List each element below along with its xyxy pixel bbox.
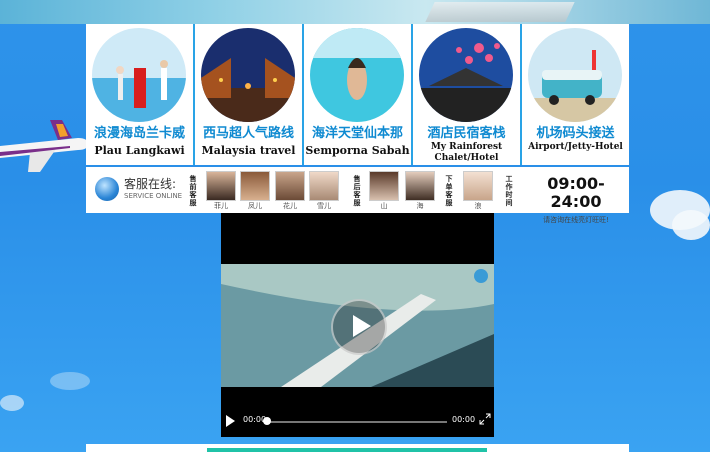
service-online-label: 客服在线: SERVICE ONLINE bbox=[90, 173, 186, 207]
cloud-decor bbox=[0, 395, 24, 411]
destination-en-title: My Rainforest Chalet/Hotel bbox=[430, 142, 503, 163]
cloud-decor bbox=[50, 372, 90, 390]
transfer-photo bbox=[528, 28, 622, 122]
destination-cn-title: 机场码头接送 bbox=[536, 126, 615, 141]
globe-icon bbox=[95, 177, 119, 201]
semporna-photo bbox=[310, 28, 404, 122]
accent-bar bbox=[207, 448, 487, 452]
agent-name: 花儿 bbox=[283, 202, 297, 210]
hours-note: 请咨询在线亮灯旺旺! bbox=[543, 216, 609, 224]
agent-avatar[interactable]: 浪 bbox=[463, 171, 493, 211]
agent-name: 山 bbox=[380, 202, 388, 210]
malaysia-photo bbox=[201, 28, 295, 122]
bottom-panel bbox=[86, 444, 629, 452]
destination-en-title: Malaysia travel bbox=[201, 144, 296, 157]
service-subtitle: SERVICE ONLINE bbox=[124, 192, 183, 200]
dock-graphic bbox=[425, 2, 575, 22]
agent-name: 海 bbox=[416, 202, 424, 210]
service-title: 客服在线: bbox=[124, 177, 177, 191]
destination-card-malaysia[interactable]: 西马超人气路线 Malaysia travel bbox=[195, 24, 302, 165]
destination-cn-title: 西马超人气路线 bbox=[202, 126, 294, 141]
langkawi-photo bbox=[92, 28, 186, 122]
service-hours: 09:00-24:00 请咨询在线亮灯旺旺! bbox=[528, 175, 624, 225]
agent-avatar[interactable]: 山 bbox=[369, 171, 399, 211]
agent-avatar[interactable]: 海 bbox=[405, 171, 435, 211]
agent-avatar[interactable]: 凤儿 bbox=[240, 171, 270, 211]
destination-row: 浪漫海岛兰卡威 Plau Langkawi 西马超人气路线 Malaysia t… bbox=[86, 24, 629, 165]
customer-service-bar: 客服在线: SERVICE ONLINE 售前客服 菲儿 凤儿 花儿 雪儿 售后… bbox=[86, 167, 629, 224]
destination-cn-title: 浪漫海岛兰卡威 bbox=[93, 126, 185, 141]
airplane-image bbox=[0, 120, 88, 172]
destination-card-langkawi[interactable]: 浪漫海岛兰卡威 Plau Langkawi bbox=[86, 24, 193, 165]
destination-card-hotel[interactable]: 酒店民宿客栈 My Rainforest Chalet/Hotel bbox=[413, 24, 520, 165]
progress-knob[interactable] bbox=[263, 417, 271, 425]
agent-avatar[interactable]: 雪儿 bbox=[309, 171, 339, 211]
destination-en-title: Airport/Jetty-Hotel bbox=[528, 142, 623, 152]
play-overlay-button[interactable] bbox=[331, 299, 387, 355]
play-icon[interactable] bbox=[226, 415, 235, 427]
orders-label: 下单客服 bbox=[445, 175, 453, 207]
agent-avatar[interactable]: 菲儿 bbox=[206, 171, 236, 211]
agent-name: 雪儿 bbox=[317, 202, 331, 210]
fullscreen-icon[interactable] bbox=[479, 413, 491, 425]
agent-avatar[interactable]: 花儿 bbox=[275, 171, 305, 211]
destination-cn-title: 酒店民宿客栈 bbox=[427, 126, 506, 141]
duration-time: 00:00 bbox=[452, 415, 476, 424]
destination-en-title: Semporna Sabah bbox=[305, 144, 410, 157]
after-sales-label: 售后客服 bbox=[353, 175, 361, 207]
destination-card-transfer[interactable]: 机场码头接送 Airport/Jetty-Hotel bbox=[522, 24, 629, 165]
destination-card-semporna[interactable]: 海洋天堂仙本那 Semporna Sabah bbox=[304, 24, 411, 165]
video-player[interactable]: 00:00 00:00 bbox=[221, 213, 494, 437]
top-banner bbox=[0, 0, 710, 24]
work-time-label: 工作时间 bbox=[505, 175, 513, 207]
destination-en-title: Plau Langkawi bbox=[94, 144, 185, 157]
cloud-decor bbox=[672, 210, 710, 240]
video-controls: 00:00 00:00 bbox=[221, 407, 494, 437]
hotel-photo bbox=[419, 28, 513, 122]
progress-bar[interactable] bbox=[267, 421, 447, 423]
agent-name: 浪 bbox=[474, 202, 482, 210]
pre-sales-label: 售前客服 bbox=[189, 175, 197, 207]
agent-name: 凤儿 bbox=[248, 202, 262, 210]
agent-name: 菲儿 bbox=[214, 202, 228, 210]
destination-cn-title: 海洋天堂仙本那 bbox=[311, 126, 403, 141]
hours-text: 09:00-24:00 bbox=[547, 174, 605, 211]
